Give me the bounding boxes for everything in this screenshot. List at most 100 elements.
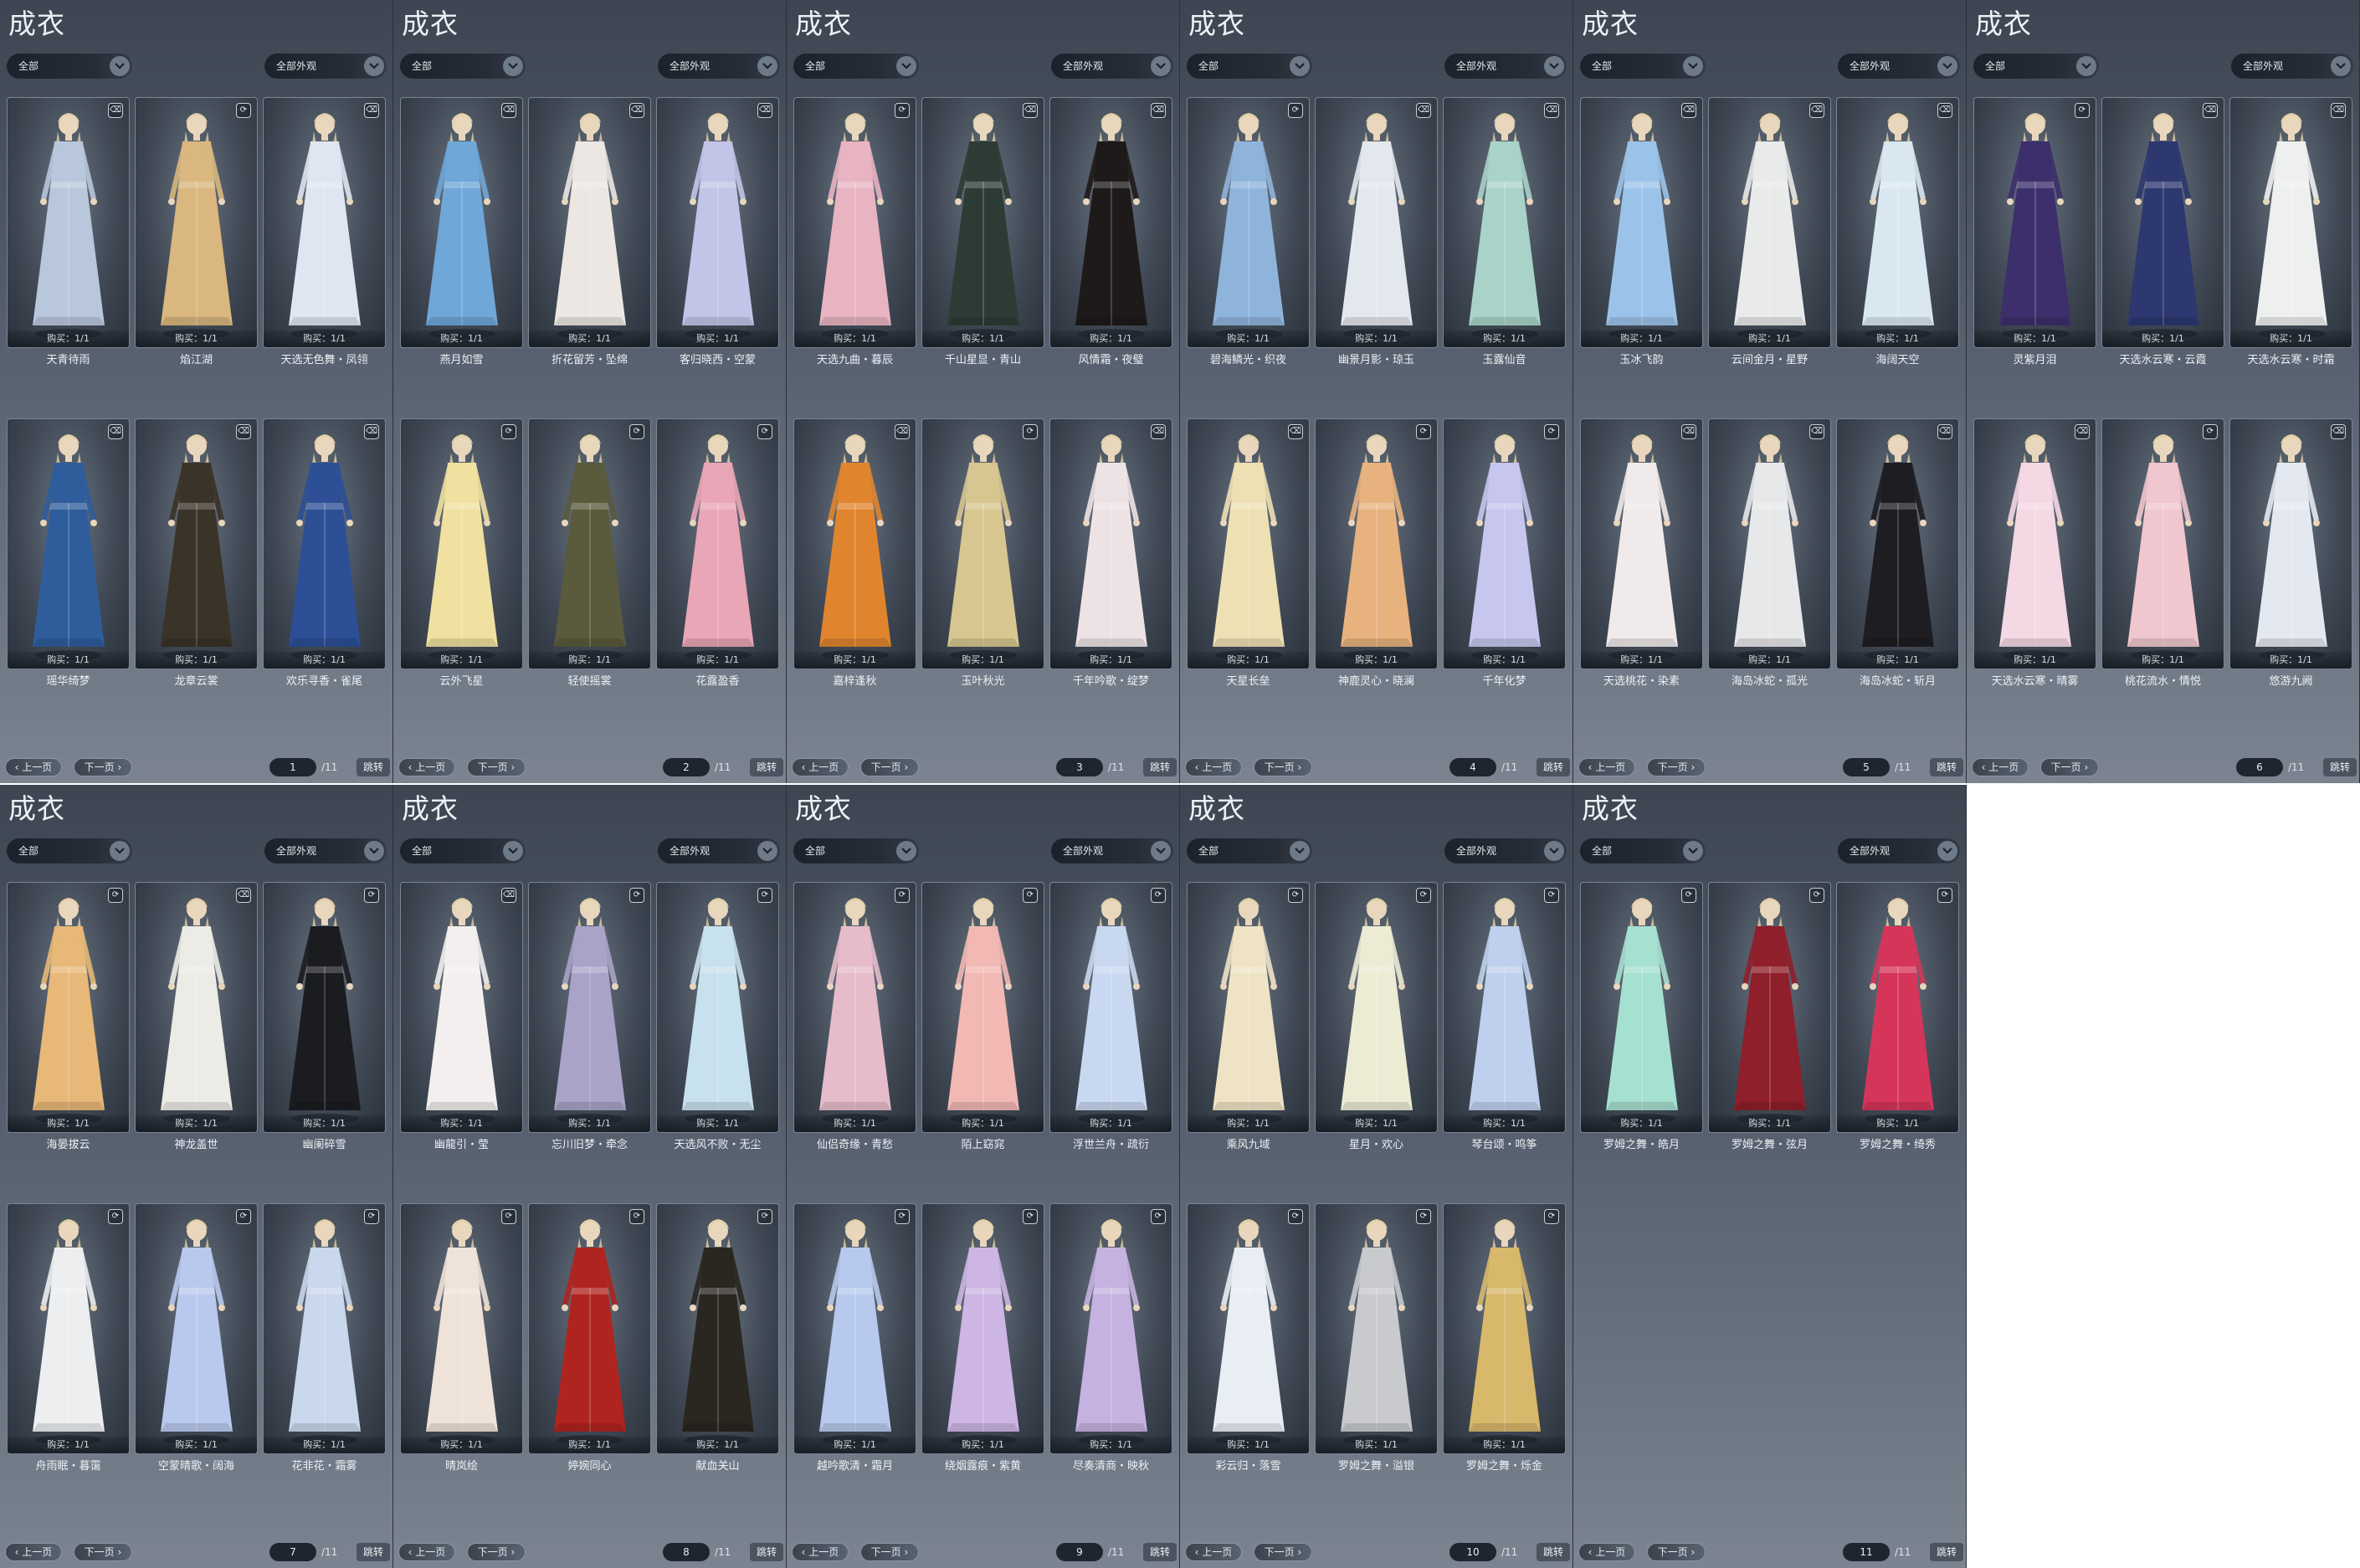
jump-button[interactable]: 跳转 bbox=[1143, 1543, 1177, 1561]
wardrobe-icon[interactable]: ⟳ bbox=[629, 424, 644, 439]
wardrobe-icon[interactable]: ⟳ bbox=[1416, 888, 1431, 903]
outfit-card[interactable]: ⟳ 购买：1/1 bbox=[1315, 882, 1438, 1133]
chevron-down-icon[interactable] bbox=[896, 841, 916, 861]
outfit-card[interactable]: ⟳ 购买：1/1 bbox=[528, 882, 651, 1133]
next-page-button[interactable]: 下一页 › bbox=[467, 1543, 526, 1561]
outfit-card[interactable]: ⟳ 购买：1/1 bbox=[263, 1203, 386, 1454]
prev-page-button[interactable]: ‹ 上一页 bbox=[5, 1543, 62, 1561]
wardrobe-icon[interactable]: ⟳ bbox=[364, 1209, 379, 1224]
outfit-card[interactable]: ⟳ 购买：1/1 bbox=[1049, 1203, 1172, 1454]
chevron-down-icon[interactable] bbox=[1683, 56, 1703, 76]
trash-icon[interactable]: ⌫ bbox=[2331, 424, 2346, 439]
appearance-dropdown[interactable]: 全部外观 bbox=[1838, 838, 1960, 863]
trash-icon[interactable]: ⌫ bbox=[1288, 424, 1303, 439]
appearance-dropdown[interactable]: 全部外观 bbox=[264, 838, 387, 863]
wardrobe-icon[interactable]: ⟳ bbox=[1023, 888, 1038, 903]
trash-icon[interactable]: ⌫ bbox=[236, 888, 251, 903]
outfit-card[interactable]: ⟳ 购买：1/1 bbox=[921, 1203, 1044, 1454]
jump-button[interactable]: 跳转 bbox=[1143, 758, 1177, 776]
outfit-card[interactable]: ⌫ 购买：1/1 bbox=[135, 882, 258, 1133]
outfit-card[interactable]: ⌫ 购买：1/1 bbox=[7, 97, 130, 348]
outfit-card[interactable]: ⌫ 购买：1/1 bbox=[1049, 418, 1172, 669]
next-page-button[interactable]: 下一页 › bbox=[1254, 758, 1312, 776]
outfit-card[interactable]: ⟳ 购买：1/1 bbox=[135, 97, 258, 348]
wardrobe-icon[interactable]: ⟳ bbox=[629, 1209, 644, 1224]
trash-icon[interactable]: ⌫ bbox=[1151, 424, 1166, 439]
wardrobe-icon[interactable]: ⟳ bbox=[501, 424, 516, 439]
outfit-card[interactable]: ⌫ 购买：1/1 bbox=[2229, 97, 2352, 348]
wardrobe-icon[interactable]: ⟳ bbox=[1809, 888, 1824, 903]
outfit-card[interactable]: ⌫ 购买：1/1 bbox=[1049, 97, 1172, 348]
jump-button[interactable]: 跳转 bbox=[357, 758, 390, 776]
wardrobe-icon[interactable]: ⟳ bbox=[108, 1209, 123, 1224]
outfit-card[interactable]: ⟳ 购买：1/1 bbox=[1315, 1203, 1438, 1454]
outfit-card[interactable]: ⌫ 购买：1/1 bbox=[2101, 97, 2224, 348]
trash-icon[interactable]: ⌫ bbox=[757, 103, 772, 118]
page-number-input[interactable]: 6 bbox=[2236, 758, 2283, 776]
outfit-card[interactable]: ⟳ 购买：1/1 bbox=[135, 1203, 258, 1454]
chevron-down-icon[interactable] bbox=[2331, 56, 2351, 76]
prev-page-button[interactable]: ‹ 上一页 bbox=[1185, 1543, 1242, 1561]
category-dropdown[interactable]: 全部 bbox=[1580, 838, 1706, 863]
wardrobe-icon[interactable]: ⟳ bbox=[2075, 103, 2090, 118]
outfit-card[interactable]: ⟳ 购买：1/1 bbox=[1049, 882, 1172, 1133]
category-dropdown[interactable]: 全部 bbox=[793, 838, 919, 863]
trash-icon[interactable]: ⌫ bbox=[501, 888, 516, 903]
trash-icon[interactable]: ⌫ bbox=[895, 424, 910, 439]
chevron-down-icon[interactable] bbox=[757, 841, 777, 861]
chevron-down-icon[interactable] bbox=[1544, 56, 1564, 76]
trash-icon[interactable]: ⌫ bbox=[1151, 103, 1166, 118]
outfit-card[interactable]: ⌫ 购买：1/1 bbox=[135, 418, 258, 669]
jump-button[interactable]: 跳转 bbox=[750, 758, 783, 776]
trash-icon[interactable]: ⌫ bbox=[501, 103, 516, 118]
outfit-card[interactable]: ⟳ 购买：1/1 bbox=[793, 1203, 916, 1454]
chevron-down-icon[interactable] bbox=[757, 56, 777, 76]
trash-icon[interactable]: ⌫ bbox=[1681, 103, 1696, 118]
outfit-card[interactable]: ⌫ 购买：1/1 bbox=[1580, 418, 1703, 669]
outfit-card[interactable]: ⌫ 购买：1/1 bbox=[263, 418, 386, 669]
outfit-card[interactable]: ⌫ 购买：1/1 bbox=[1836, 418, 1959, 669]
trash-icon[interactable]: ⌫ bbox=[108, 424, 123, 439]
outfit-card[interactable]: ⟳ 购买：1/1 bbox=[921, 882, 1044, 1133]
trash-icon[interactable]: ⌫ bbox=[364, 424, 379, 439]
outfit-card[interactable]: ⟳ 购买：1/1 bbox=[1315, 418, 1438, 669]
next-page-button[interactable]: 下一页 › bbox=[1254, 1543, 1312, 1561]
outfit-card[interactable]: ⌫ 购买：1/1 bbox=[400, 97, 523, 348]
chevron-down-icon[interactable] bbox=[110, 841, 130, 861]
wardrobe-icon[interactable]: ⟳ bbox=[236, 1209, 251, 1224]
wardrobe-icon[interactable]: ⟳ bbox=[2203, 424, 2218, 439]
wardrobe-icon[interactable]: ⟳ bbox=[1151, 1209, 1166, 1224]
wardrobe-icon[interactable]: ⟳ bbox=[1288, 1209, 1303, 1224]
outfit-card[interactable]: ⟳ 购买：1/1 bbox=[1836, 882, 1959, 1133]
trash-icon[interactable]: ⌫ bbox=[1937, 424, 1952, 439]
jump-button[interactable]: 跳转 bbox=[1930, 758, 1963, 776]
outfit-card[interactable]: ⌫ 购买：1/1 bbox=[1708, 97, 1831, 348]
appearance-dropdown[interactable]: 全部外观 bbox=[658, 54, 780, 79]
outfit-card[interactable]: ⟳ 购买：1/1 bbox=[2101, 418, 2224, 669]
prev-page-button[interactable]: ‹ 上一页 bbox=[398, 1543, 455, 1561]
category-dropdown[interactable]: 全部 bbox=[7, 838, 132, 863]
page-number-input[interactable]: 3 bbox=[1056, 758, 1103, 776]
page-number-input[interactable]: 9 bbox=[1056, 1543, 1103, 1561]
chevron-down-icon[interactable] bbox=[1151, 56, 1171, 76]
jump-button[interactable]: 跳转 bbox=[357, 1543, 390, 1561]
chevron-down-icon[interactable] bbox=[364, 56, 384, 76]
wardrobe-icon[interactable]: ⟳ bbox=[1023, 424, 1038, 439]
category-dropdown[interactable]: 全部 bbox=[1580, 54, 1706, 79]
trash-icon[interactable]: ⌫ bbox=[1416, 103, 1431, 118]
wardrobe-icon[interactable]: ⟳ bbox=[757, 424, 772, 439]
wardrobe-icon[interactable]: ⟳ bbox=[1544, 1209, 1559, 1224]
appearance-dropdown[interactable]: 全部外观 bbox=[264, 54, 387, 79]
chevron-down-icon[interactable] bbox=[110, 56, 130, 76]
outfit-card[interactable]: ⟳ 购买：1/1 bbox=[1443, 882, 1566, 1133]
chevron-down-icon[interactable] bbox=[1290, 841, 1310, 861]
category-dropdown[interactable]: 全部 bbox=[1187, 838, 1312, 863]
outfit-card[interactable]: ⌫ 购买：1/1 bbox=[263, 97, 386, 348]
outfit-card[interactable]: ⟳ 购买：1/1 bbox=[528, 1203, 651, 1454]
prev-page-button[interactable]: ‹ 上一页 bbox=[398, 758, 455, 776]
jump-button[interactable]: 跳转 bbox=[1930, 1543, 1963, 1561]
prev-page-button[interactable]: ‹ 上一页 bbox=[792, 758, 849, 776]
page-number-input[interactable]: 10 bbox=[1449, 1543, 1496, 1561]
chevron-down-icon[interactable] bbox=[503, 56, 523, 76]
wardrobe-icon[interactable]: ⟳ bbox=[501, 1209, 516, 1224]
